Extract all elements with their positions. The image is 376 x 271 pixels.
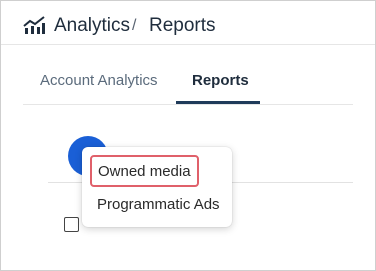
app-window: Analytics / Reports Account Analytics Re…	[0, 0, 376, 271]
breadcrumb-separator: /	[132, 17, 137, 34]
tab-reports[interactable]: Reports	[192, 72, 249, 89]
breadcrumb-analytics[interactable]: Analytics	[54, 15, 130, 37]
tab-account-analytics[interactable]: Account Analytics	[40, 72, 158, 89]
analytics-chart-icon	[23, 16, 45, 34]
active-tab-indicator	[176, 101, 260, 104]
dropdown-menu: Owned media Programmatic Ads	[82, 147, 232, 227]
breadcrumb-reports: Reports	[149, 15, 216, 36]
tab-bar: Account Analytics Reports	[23, 44, 353, 105]
page-header: Analytics / Reports	[1, 1, 375, 45]
menu-item-programmatic-ads[interactable]: Programmatic Ads	[97, 196, 220, 213]
menu-item-owned-media[interactable]: Owned media	[90, 155, 199, 187]
row-checkbox[interactable]	[64, 217, 79, 232]
